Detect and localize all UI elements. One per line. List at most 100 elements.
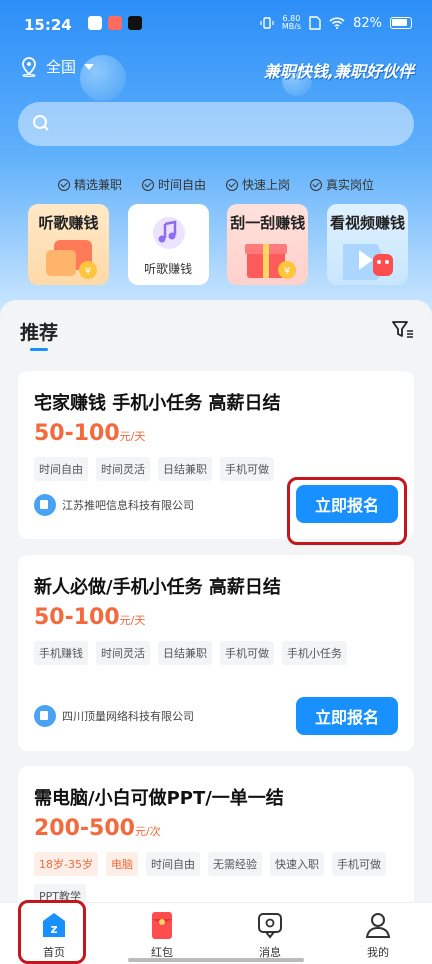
- salary-range: 200-500: [34, 816, 135, 841]
- wifi-icon: [329, 17, 345, 29]
- notification-icons: [88, 16, 142, 30]
- signup-button[interactable]: 立即报名: [296, 697, 398, 735]
- job-tag: 手机可做: [331, 852, 386, 876]
- search-icon: [33, 115, 49, 131]
- feature-item: 真实岗位: [310, 176, 374, 193]
- job-tag: 时间自由: [34, 457, 88, 481]
- check-circle-icon: [141, 178, 154, 191]
- video-play-icon: [342, 244, 393, 280]
- job-tags: 18岁-35岁 电脑 时间自由 无需经验 快速入职 手机可做 PPT教学: [34, 852, 404, 908]
- feature-highlights: 精选兼职 时间自由 快速上岗 真实岗位: [0, 176, 432, 193]
- job-title: 新人必做/手机小任务 高薪日结: [34, 577, 281, 598]
- feature-item: 时间自由: [141, 176, 206, 193]
- filter-icon[interactable]: [392, 320, 414, 340]
- music-note-icon: [152, 217, 185, 249]
- category-label: 听歌赚钱: [38, 214, 99, 232]
- salary-range: 50-100: [34, 605, 120, 630]
- job-tag: 手机可做: [220, 457, 274, 481]
- battery-percent: 82%: [353, 15, 382, 31]
- feature-item: 快速上岗: [226, 176, 290, 193]
- category-label: 看视频赚钱: [329, 214, 405, 232]
- job-salary: 200-500元/次: [34, 816, 161, 841]
- gift-box-icon: ¥: [245, 244, 297, 279]
- job-tag-highlight: 18岁-35岁: [34, 852, 98, 876]
- location-label: 全国: [46, 58, 77, 76]
- job-title: 需电脑/小白可做PPT/一单一结: [34, 788, 284, 809]
- category-listen-music[interactable]: 听歌赚钱 ¥: [28, 204, 109, 285]
- hero-background: [0, 0, 432, 340]
- salary-unit: 元/天: [119, 430, 146, 443]
- job-card[interactable]: 宅家赚钱 手机小任务 高薪日结 50-100元/天 时间自由 时间灵活 日结兼职…: [18, 371, 414, 539]
- tab-home[interactable]: z 首页: [0, 903, 108, 964]
- status-time: 15:24: [24, 16, 72, 34]
- category-listen-music-alt[interactable]: 听歌赚钱: [127, 204, 209, 285]
- feature-label: 快速上岗: [242, 178, 291, 192]
- tab-profile[interactable]: 我的: [324, 903, 432, 964]
- job-tag: 手机赚钱: [34, 641, 88, 665]
- tab-label: 我的: [367, 946, 389, 959]
- network-speed-unit: MB/s: [281, 22, 302, 31]
- section-title: 推荐: [20, 322, 59, 344]
- feature-label: 真实岗位: [326, 178, 375, 192]
- tiktok-icon: [128, 16, 142, 30]
- job-tag: 日结兼职: [158, 457, 212, 481]
- job-tag: 手机小任务: [282, 641, 347, 665]
- battery-icon: [390, 17, 412, 29]
- job-salary: 50-100元/天: [34, 605, 145, 630]
- company-building-icon: [34, 494, 56, 516]
- job-tag-highlight: 电脑: [105, 852, 138, 876]
- caret-down-icon: [84, 63, 95, 70]
- sim-icon: [309, 16, 321, 30]
- app-notification-icon: [108, 16, 122, 30]
- job-tags: 手机赚钱 时间灵活 日结兼职 手机可做 手机小任务: [34, 641, 394, 665]
- tab-messages[interactable]: 消息: [216, 903, 324, 964]
- feature-label: 精选兼职: [73, 178, 122, 192]
- category-row: 听歌赚钱 ¥ 听歌赚钱 刮一刮赚钱 ¥ 看视频赚钱: [28, 204, 408, 285]
- location-selector[interactable]: 全国: [20, 56, 95, 77]
- slogan: 兼职快钱,兼职好伙伴: [263, 62, 414, 81]
- job-company: 江苏推吧信息科技有限公司: [34, 494, 194, 516]
- location-pin-icon: [22, 56, 36, 77]
- network-speed: 6.80 MB/s: [282, 15, 301, 31]
- job-salary: 50-100元/天: [34, 421, 145, 446]
- app-notification-icon: [88, 16, 102, 30]
- company-name: 江苏推吧信息科技有限公司: [62, 499, 194, 512]
- salary-unit: 元/天: [119, 614, 146, 627]
- message-icon: [258, 913, 282, 939]
- check-circle-icon: [57, 178, 70, 191]
- job-tag: 时间灵活: [96, 457, 150, 481]
- job-tag: 无需经验: [207, 852, 262, 876]
- gesture-bar: [128, 958, 304, 962]
- home-icon: z: [43, 913, 65, 937]
- music-card-icon: ¥: [46, 240, 97, 279]
- feature-item: 精选兼职: [57, 176, 122, 193]
- category-label: 刮一刮赚钱: [230, 214, 306, 232]
- salary-unit: 元/次: [134, 825, 161, 838]
- job-tag: 时间灵活: [96, 641, 150, 665]
- job-title: 宅家赚钱 手机小任务 高薪日结: [34, 393, 281, 414]
- profile-icon: [365, 913, 391, 938]
- section-title-underline: [30, 348, 48, 351]
- red-envelope-icon: [152, 912, 172, 939]
- check-circle-icon: [310, 178, 323, 191]
- company-building-icon: [34, 705, 56, 727]
- feature-label: 时间自由: [157, 178, 206, 192]
- category-scratch-card[interactable]: 刮一刮赚钱 ¥: [227, 204, 309, 285]
- company-name: 四川顶量网络科技有限公司: [62, 710, 194, 723]
- status-bar: 15:24 6.80 MB/s 82%: [0, 0, 432, 50]
- job-company: 四川顶量网络科技有限公司: [34, 705, 194, 727]
- job-card[interactable]: 新人必做/手机小任务 高薪日结 50-100元/天 手机赚钱 时间灵活 日结兼职…: [18, 555, 414, 751]
- salary-range: 50-100: [34, 421, 120, 446]
- job-tag: 快速入职: [269, 852, 324, 876]
- svg-text:¥: ¥: [85, 266, 91, 277]
- job-tag: 时间自由: [145, 852, 200, 876]
- signup-button[interactable]: 立即报名: [296, 485, 398, 523]
- search-input[interactable]: [18, 102, 414, 146]
- category-watch-video[interactable]: 看视频赚钱: [326, 204, 408, 285]
- job-tag: 手机可做: [220, 641, 274, 665]
- tab-red-envelope[interactable]: 红包: [108, 903, 216, 964]
- svg-text:¥: ¥: [284, 266, 290, 277]
- job-card[interactable]: 需电脑/小白可做PPT/一单一结 200-500元/次 18岁-35岁 电脑 时…: [18, 766, 414, 916]
- bottom-tab-bar: z 首页 红包 消息 我的: [0, 902, 432, 964]
- vibrate-icon: [260, 17, 274, 29]
